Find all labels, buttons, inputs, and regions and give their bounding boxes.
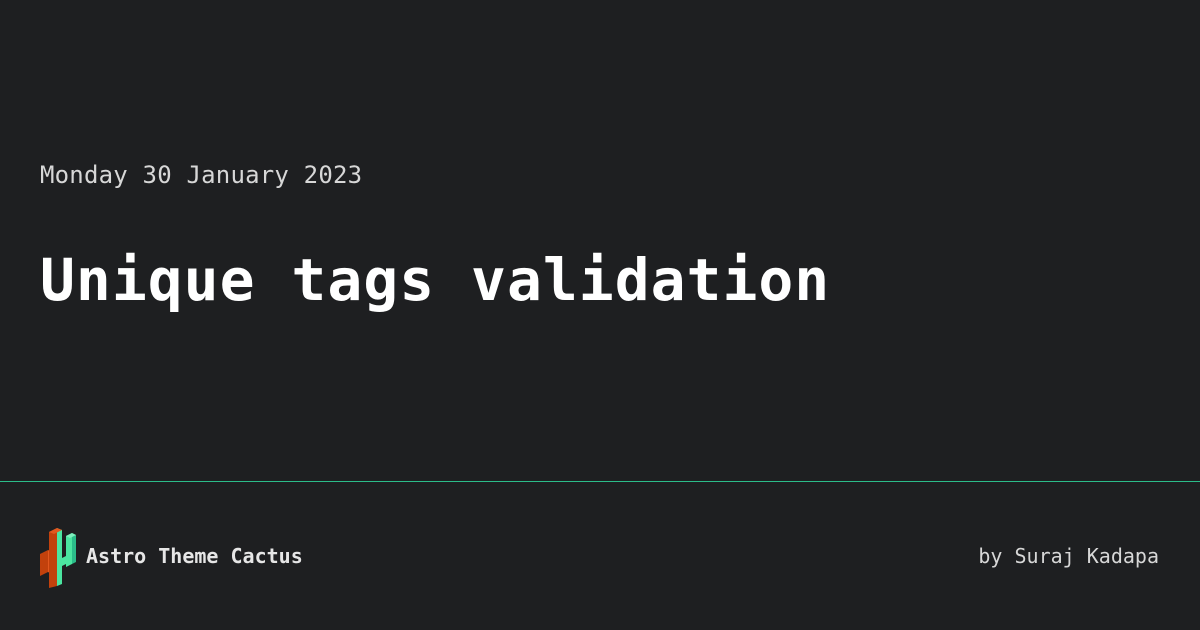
cactus-logo-icon [40, 528, 76, 588]
footer-divider [0, 481, 1200, 482]
author-credit: by Suraj Kadapa [978, 544, 1159, 568]
site-branding: Astro Theme Cactus [40, 524, 303, 588]
og-card: Monday 30 January 2023 Unique tags valid… [0, 0, 1200, 630]
post-title: Unique tags validation [40, 246, 831, 314]
site-name: Astro Theme Cactus [86, 544, 303, 568]
post-date: Monday 30 January 2023 [40, 161, 363, 189]
